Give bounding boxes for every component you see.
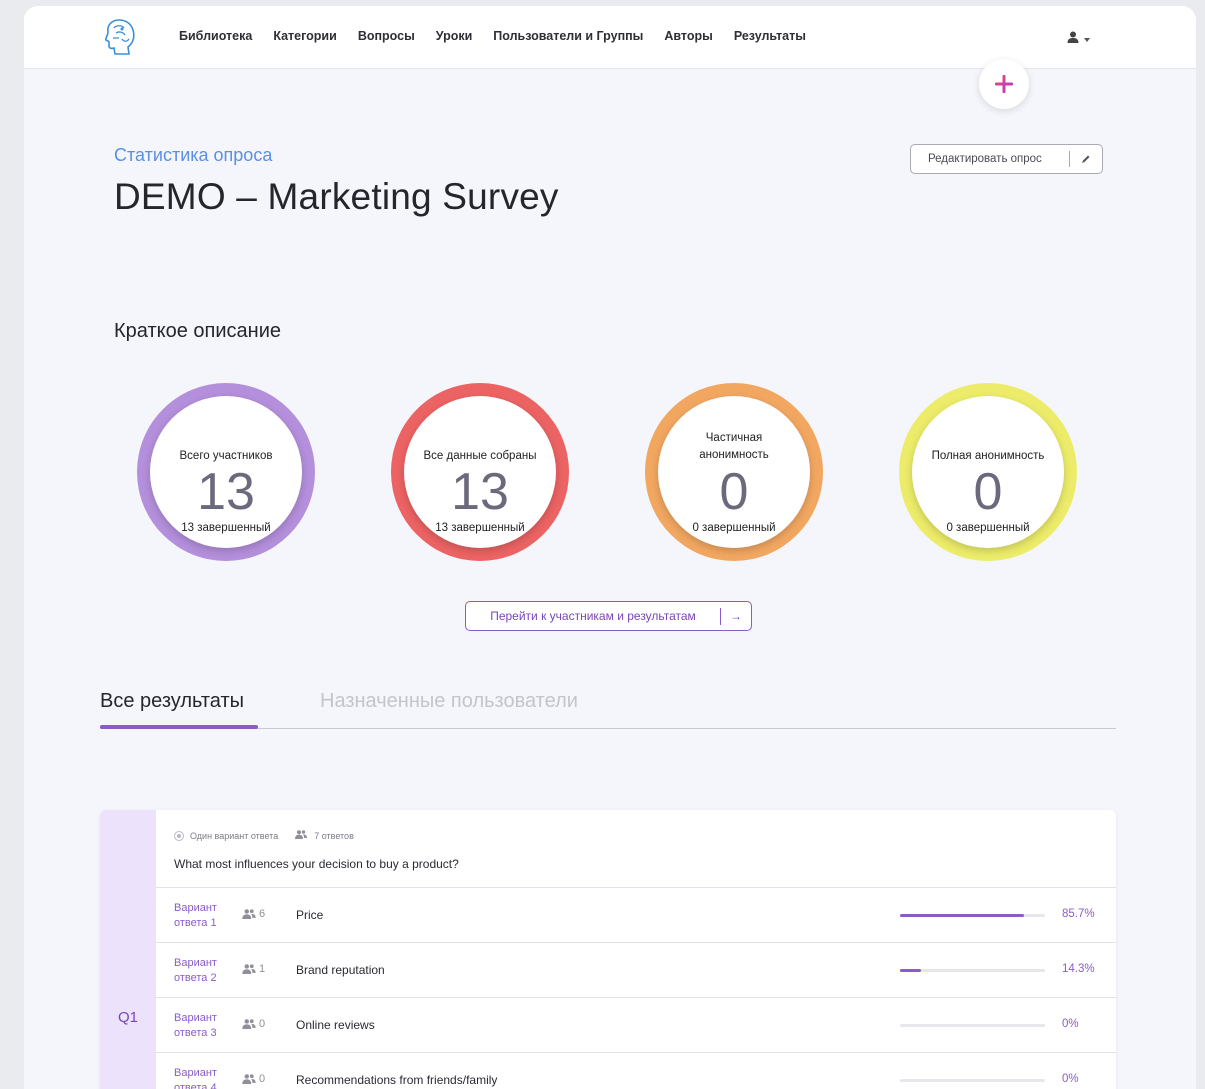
answer-variant-label: Вариант ответа 1 bbox=[174, 902, 217, 929]
stat-inner: Частичная анонимность 0 0 завершенный bbox=[658, 396, 810, 548]
users-icon bbox=[242, 1074, 256, 1084]
answer-progress-bar bbox=[900, 969, 1045, 972]
answer-count-value: 0 bbox=[259, 1073, 266, 1085]
results-tabs: Все результаты Назначенные пользователи bbox=[100, 686, 1116, 729]
stat-inner: Все данные собраны 13 13 завершенный bbox=[404, 396, 556, 548]
answer-count: 0 bbox=[242, 1073, 265, 1085]
arrow-right-icon: → bbox=[730, 609, 742, 623]
stat-value: 0 bbox=[719, 463, 749, 521]
stat-partial-anonymity: Частичная анонимность 0 0 завершенный bbox=[645, 383, 823, 561]
users-icon bbox=[242, 909, 256, 919]
user-icon bbox=[1067, 30, 1079, 48]
stat-value: 0 bbox=[973, 463, 1003, 521]
stat-completed: 13 завершенный bbox=[181, 522, 271, 534]
plus-icon bbox=[995, 75, 1013, 93]
answer-variant-label: Вариант ответа 2 bbox=[174, 957, 217, 984]
answer-progress-bar bbox=[900, 914, 1045, 917]
answer-progress-bar bbox=[900, 1079, 1045, 1082]
users-icon bbox=[295, 830, 308, 841]
stat-label: Частичная анонимность bbox=[699, 432, 769, 461]
user-menu[interactable] bbox=[1067, 30, 1090, 48]
nav-item-library[interactable]: Библиотека bbox=[179, 29, 252, 43]
answer-variant-label: Вариант ответа 4 bbox=[174, 1067, 217, 1089]
answer-percent: 85.7% bbox=[1062, 908, 1095, 920]
answer-percent: 0% bbox=[1062, 1073, 1079, 1085]
answer-progress-bar bbox=[900, 1024, 1045, 1027]
go-to-participants-label: Перейти к участникам и результатам bbox=[490, 609, 696, 623]
question-meta: Один вариант ответа 7 ответов bbox=[174, 830, 354, 841]
answer-progress-fill bbox=[900, 969, 921, 972]
answer-percent: 14.3% bbox=[1062, 963, 1095, 975]
answer-row: Вариант ответа 3 0 Online reviews 0% bbox=[156, 997, 1116, 1052]
main-menu: Библиотека Категории Вопросы Уроки Польз… bbox=[179, 29, 827, 43]
nav-item-questions[interactable]: Вопросы bbox=[358, 29, 415, 43]
stat-completed: 0 завершенный bbox=[946, 522, 1030, 534]
answer-progress-fill bbox=[900, 914, 1025, 917]
pencil-icon bbox=[1070, 154, 1102, 164]
answers-count: 7 ответов bbox=[314, 830, 354, 841]
active-tab-indicator bbox=[100, 725, 258, 729]
answer-count: 1 bbox=[242, 963, 265, 975]
answer-count-value: 0 bbox=[259, 1018, 266, 1030]
answer-percent: 0% bbox=[1062, 1018, 1079, 1030]
users-icon bbox=[242, 1019, 256, 1029]
page-subtitle: Статистика опроса bbox=[114, 145, 273, 165]
stat-value: 13 bbox=[197, 463, 255, 521]
question-card: Q1 Один вариант ответа 7 ответов What mo… bbox=[100, 810, 1116, 1089]
chevron-down-icon bbox=[1084, 38, 1090, 42]
brain-logo-icon[interactable] bbox=[102, 17, 138, 57]
add-button[interactable] bbox=[979, 59, 1029, 109]
top-navbar: Библиотека Категории Вопросы Уроки Польз… bbox=[24, 6, 1196, 69]
answer-count-value: 1 bbox=[259, 963, 266, 975]
radio-icon bbox=[174, 830, 184, 841]
answer-row: Вариант ответа 2 1 Brand reputation 14.3… bbox=[156, 942, 1116, 997]
answer-variant-label: Вариант ответа 3 bbox=[174, 1012, 217, 1039]
answer-count: 0 bbox=[242, 1018, 265, 1030]
tab-all-results[interactable]: Все результаты bbox=[100, 690, 244, 713]
answer-row: Вариант ответа 4 0 Recommendations from … bbox=[156, 1052, 1116, 1089]
edit-survey-label: Редактировать опрос bbox=[928, 153, 1042, 165]
answer-text: Recommendations from friends/family bbox=[296, 1073, 498, 1087]
question-type: Один вариант ответа bbox=[190, 830, 279, 841]
question-number-column: Q1 bbox=[100, 810, 156, 1089]
answer-text: Price bbox=[296, 908, 324, 922]
nav-item-lessons[interactable]: Уроки bbox=[436, 29, 473, 43]
nav-item-authors[interactable]: Авторы bbox=[664, 29, 712, 43]
nav-item-users-groups[interactable]: Пользователи и Группы bbox=[493, 29, 643, 43]
answer-count-value: 6 bbox=[259, 908, 266, 920]
stat-full-anonymity: Полная анонимность 0 0 завершенный bbox=[899, 383, 1077, 561]
stat-completed: 0 завершенный bbox=[692, 522, 776, 534]
edit-survey-button[interactable]: Редактировать опрос bbox=[910, 144, 1103, 174]
stat-completed: 13 завершенный bbox=[435, 522, 525, 534]
stat-inner: Полная анонимность 0 0 завершенный bbox=[912, 396, 1064, 548]
go-to-participants-button[interactable]: Перейти к участникам и результатам → bbox=[465, 601, 752, 631]
stat-value: 13 bbox=[451, 463, 509, 521]
answer-text: Online reviews bbox=[296, 1018, 375, 1032]
answer-row: Вариант ответа 1 6 Price 85.7% bbox=[156, 887, 1116, 942]
stat-total-participants: Всего участников 13 13 завершенный bbox=[137, 383, 315, 561]
question-number: Q1 bbox=[117, 1009, 138, 1026]
users-icon bbox=[242, 964, 256, 974]
tab-assigned-users[interactable]: Назначенные пользователи bbox=[320, 690, 578, 713]
answer-count: 6 bbox=[242, 908, 265, 920]
page-title: DEMO – Marketing Survey bbox=[114, 176, 559, 217]
app-window: Библиотека Категории Вопросы Уроки Польз… bbox=[24, 6, 1196, 1089]
nav-item-categories[interactable]: Категории bbox=[273, 29, 337, 43]
summary-title: Краткое описание bbox=[114, 320, 281, 342]
stat-inner: Всего участников 13 13 завершенный bbox=[150, 396, 302, 548]
nav-item-results[interactable]: Результаты bbox=[734, 29, 806, 43]
answer-text: Brand reputation bbox=[296, 963, 385, 977]
question-text: What most influences your decision to bu… bbox=[174, 857, 459, 871]
stat-all-data-collected: Все данные собраны 13 13 завершенный bbox=[391, 383, 569, 561]
